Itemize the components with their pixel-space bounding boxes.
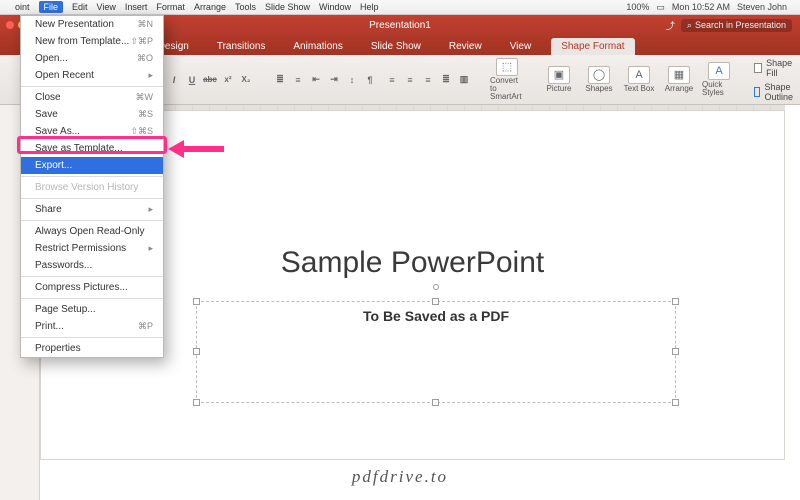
file-menu-item-new-from-template[interactable]: New from Template...⇧⌘P bbox=[21, 33, 163, 50]
mac-menu-insert[interactable]: Insert bbox=[125, 2, 148, 12]
file-menu-item-save-as-template[interactable]: Save as Template... bbox=[21, 140, 163, 157]
mac-menu-help[interactable]: Help bbox=[360, 2, 379, 12]
resize-handle-se[interactable] bbox=[672, 399, 679, 406]
slide-subtitle-text[interactable]: To Be Saved as a PDF bbox=[197, 308, 675, 324]
file-menu-item-passwords[interactable]: Passwords... bbox=[21, 257, 163, 274]
resize-handle-s[interactable] bbox=[432, 399, 439, 406]
file-menu-item-save-as[interactable]: Save As...⇧⌘S bbox=[21, 123, 163, 140]
align-center-button[interactable]: ≡ bbox=[402, 72, 418, 88]
resize-handle-n[interactable] bbox=[432, 298, 439, 305]
superscript-button[interactable]: x² bbox=[220, 72, 236, 88]
close-window-icon[interactable] bbox=[6, 21, 14, 29]
resize-handle-sw[interactable] bbox=[193, 399, 200, 406]
indent-right-button[interactable]: ⇥ bbox=[326, 72, 342, 88]
numbering-button[interactable]: ≡ bbox=[290, 72, 306, 88]
resize-handle-nw[interactable] bbox=[193, 298, 200, 305]
tab-review[interactable]: Review bbox=[441, 38, 490, 55]
tab-slideshow[interactable]: Slide Show bbox=[363, 38, 429, 55]
slide-title-text[interactable]: Sample PowerPoint bbox=[281, 246, 544, 280]
app-name-truncated: oint bbox=[15, 2, 30, 12]
mac-menu-tools[interactable]: Tools bbox=[235, 2, 256, 12]
align-left-button[interactable]: ≡ bbox=[384, 72, 400, 88]
selected-textbox[interactable]: To Be Saved as a PDF bbox=[196, 301, 676, 403]
indent-left-button[interactable]: ⇤ bbox=[308, 72, 324, 88]
file-menu-item-properties[interactable]: Properties bbox=[21, 340, 163, 357]
shape-fill-button[interactable]: Shape Fill ▾ bbox=[754, 58, 800, 78]
mac-menu-edit[interactable]: Edit bbox=[72, 2, 88, 12]
document-title: Presentation1 bbox=[369, 20, 431, 31]
mac-menu-file[interactable]: File bbox=[39, 1, 64, 13]
battery-percent: 100% bbox=[626, 2, 649, 12]
search-icon: ⌕ bbox=[687, 20, 692, 31]
file-menu-item-compress-pictures[interactable]: Compress Pictures... bbox=[21, 279, 163, 296]
file-menu-item-share[interactable]: Share▸ bbox=[21, 201, 163, 218]
bullets-button[interactable]: ≣ bbox=[272, 72, 288, 88]
annotation-arrow bbox=[170, 140, 224, 158]
share-icon[interactable]: ⤴ bbox=[666, 19, 675, 32]
file-menu-item-close[interactable]: Close⌘W bbox=[21, 89, 163, 106]
convert-smartart-button[interactable]: ⬚Convert to SmartArt bbox=[490, 58, 524, 101]
tab-animations[interactable]: Animations bbox=[285, 38, 350, 55]
file-menu-item-new-presentation[interactable]: New Presentation⌘N bbox=[21, 16, 163, 33]
shapes-button[interactable]: ◯Shapes bbox=[582, 66, 616, 93]
file-menu-item-save[interactable]: Save⌘S bbox=[21, 106, 163, 123]
tab-view[interactable]: View bbox=[502, 38, 540, 55]
strike-button[interactable]: abc bbox=[202, 72, 218, 88]
mac-menubar: oint File Edit View Insert Format Arrang… bbox=[0, 0, 800, 15]
mac-menu-format[interactable]: Format bbox=[156, 2, 185, 12]
picture-button[interactable]: ▣Picture bbox=[542, 66, 576, 93]
mac-menu-view[interactable]: View bbox=[97, 2, 116, 12]
file-menu-dropdown: New Presentation⌘NNew from Template...⇧⌘… bbox=[20, 15, 164, 358]
file-menu-item-open[interactable]: Open...⌘O bbox=[21, 50, 163, 67]
subscript-button[interactable]: X₂ bbox=[238, 72, 254, 88]
resize-handle-e[interactable] bbox=[672, 348, 679, 355]
mac-menu-arrange[interactable]: Arrange bbox=[194, 2, 226, 12]
search-in-presentation[interactable]: ⌕Search in Presentation bbox=[681, 19, 792, 32]
file-menu-item-print[interactable]: Print...⌘P bbox=[21, 318, 163, 335]
mac-menu-window[interactable]: Window bbox=[319, 2, 351, 12]
line-spacing-button[interactable]: ↕ bbox=[344, 72, 360, 88]
watermark-text: pdfdrive.to bbox=[352, 467, 448, 487]
battery-icon: ▭ bbox=[656, 2, 665, 13]
file-menu-item-export[interactable]: Export... bbox=[21, 157, 163, 174]
file-menu-item-restrict-permissions[interactable]: Restrict Permissions▸ bbox=[21, 240, 163, 257]
rotate-handle[interactable] bbox=[433, 284, 439, 290]
file-menu-item-always-open-read-only[interactable]: Always Open Read-Only bbox=[21, 223, 163, 240]
columns-button[interactable]: ▥ bbox=[456, 72, 472, 88]
justify-button[interactable]: ≣ bbox=[438, 72, 454, 88]
mac-menu-slideshow[interactable]: Slide Show bbox=[265, 2, 310, 12]
arrange-button[interactable]: ▦Arrange bbox=[662, 66, 696, 93]
textbox-button[interactable]: AText Box bbox=[622, 66, 656, 93]
user-name[interactable]: Steven John bbox=[737, 2, 787, 12]
text-direction-button[interactable]: ¶ bbox=[362, 72, 378, 88]
file-menu-item-page-setup[interactable]: Page Setup... bbox=[21, 301, 163, 318]
quick-styles-button[interactable]: AQuick Styles bbox=[702, 62, 736, 97]
underline-button[interactable]: U bbox=[184, 72, 200, 88]
tab-shape-format[interactable]: Shape Format bbox=[551, 38, 634, 55]
clock[interactable]: Mon 10:52 AM bbox=[672, 2, 730, 12]
tab-transitions[interactable]: Transitions bbox=[209, 38, 274, 55]
align-right-button[interactable]: ≡ bbox=[420, 72, 436, 88]
shape-outline-button[interactable]: Shape Outline ▾ bbox=[754, 82, 800, 102]
file-menu-item-browse-version-history: Browse Version History bbox=[21, 179, 163, 196]
italic-button[interactable]: I bbox=[166, 72, 182, 88]
resize-handle-w[interactable] bbox=[193, 348, 200, 355]
resize-handle-ne[interactable] bbox=[672, 298, 679, 305]
file-menu-item-open-recent[interactable]: Open Recent▸ bbox=[21, 67, 163, 84]
